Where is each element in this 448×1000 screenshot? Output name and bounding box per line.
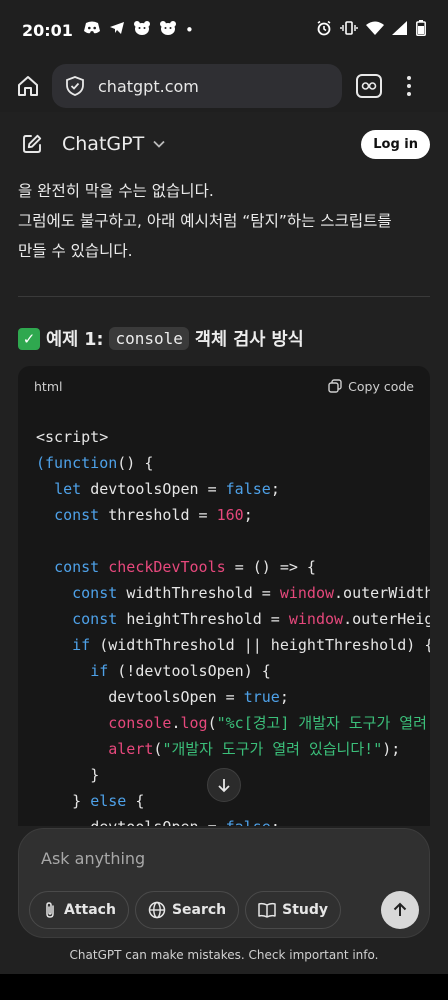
disclaimer: ChatGPT can make mistakes. Check importa… xyxy=(69,948,379,962)
text-line: 을 완전히 막을 수는 없습니다. xyxy=(18,182,214,200)
url-text: chatgpt.com xyxy=(98,76,199,96)
book-icon xyxy=(258,902,276,918)
inline-code: console xyxy=(109,327,189,350)
copy-icon xyxy=(328,379,342,393)
code-block: html Copy code <script> (function() { le… xyxy=(18,366,430,826)
check-mark-icon: ✓ xyxy=(18,327,40,350)
text-line: 그럼에도 불구하고, 아래 예시처럼 “탐지”하는 스크립트를 xyxy=(18,212,392,230)
model-selector[interactable]: ChatGPT xyxy=(62,133,144,155)
copy-code-button[interactable]: Copy code xyxy=(328,379,414,394)
alarm-icon xyxy=(316,20,332,40)
new-chat-button[interactable] xyxy=(18,130,46,158)
edit-icon xyxy=(23,134,42,153)
vibrate-icon xyxy=(340,20,358,40)
study-label: Study xyxy=(282,902,329,918)
status-time: 20:01 xyxy=(22,20,73,40)
code-header: html Copy code xyxy=(18,366,430,406)
code-content: <script> (function() { let devtoolsOpen … xyxy=(36,428,430,826)
message-input[interactable]: Ask anything xyxy=(41,849,145,868)
tab-switcher-button[interactable] xyxy=(356,74,382,98)
bear-app-icon xyxy=(133,20,151,40)
telegram-icon xyxy=(109,21,125,39)
site-security-icon[interactable] xyxy=(64,75,86,97)
app-header: ChatGPT Log in xyxy=(0,112,448,176)
search-label: Search xyxy=(171,902,227,918)
tab-switcher-icon xyxy=(361,82,377,90)
chat-content: 을 완전히 막을 수는 없습니다. 그럼에도 불구하고, 아래 예시처럼 “탐지… xyxy=(0,176,448,826)
bear-app-icon-2 xyxy=(159,20,177,40)
study-button[interactable]: Study xyxy=(245,891,342,929)
address-bar[interactable]: chatgpt.com xyxy=(52,64,342,108)
wifi-icon xyxy=(366,21,384,39)
scroll-to-bottom-button[interactable] xyxy=(207,768,241,802)
status-bar: 20:01 • xyxy=(0,0,448,60)
arrow-down-icon xyxy=(218,779,230,793)
signal-icon xyxy=(392,21,408,39)
home-button[interactable] xyxy=(10,68,46,104)
paperclip-icon xyxy=(46,902,54,918)
section-heading: ✓ 예제 1: console 객체 검사 방식 xyxy=(18,326,304,351)
notification-icons: • xyxy=(83,20,194,40)
browser-menu-button[interactable] xyxy=(404,76,414,96)
arrow-up-icon xyxy=(393,902,407,916)
composer-tools: Attach Search Study xyxy=(29,891,342,929)
copy-code-label: Copy code xyxy=(348,378,414,394)
more-notifications-dot: • xyxy=(184,21,194,39)
chevron-down-icon[interactable] xyxy=(152,137,166,151)
attach-label: Attach xyxy=(64,902,116,918)
send-button[interactable] xyxy=(381,891,419,929)
text-line: 만들 수 있습니다. xyxy=(18,242,133,260)
system-icons xyxy=(316,20,426,40)
heading-prefix: 예제 1: xyxy=(46,330,104,350)
system-nav-bar xyxy=(0,974,448,1000)
home-icon xyxy=(18,76,38,96)
battery-icon xyxy=(416,20,426,40)
divider xyxy=(18,296,430,297)
attach-button[interactable]: Attach xyxy=(29,891,129,929)
composer: Ask anything Attach Search Study xyxy=(18,828,430,938)
login-button[interactable]: Log in xyxy=(361,129,430,159)
browser-toolbar: chatgpt.com xyxy=(0,60,448,112)
discord-icon xyxy=(83,21,101,39)
code-language: html xyxy=(34,378,63,394)
globe-icon xyxy=(148,901,166,919)
search-button[interactable]: Search xyxy=(134,891,240,929)
heading-suffix: 객체 검사 방식 xyxy=(194,330,304,350)
